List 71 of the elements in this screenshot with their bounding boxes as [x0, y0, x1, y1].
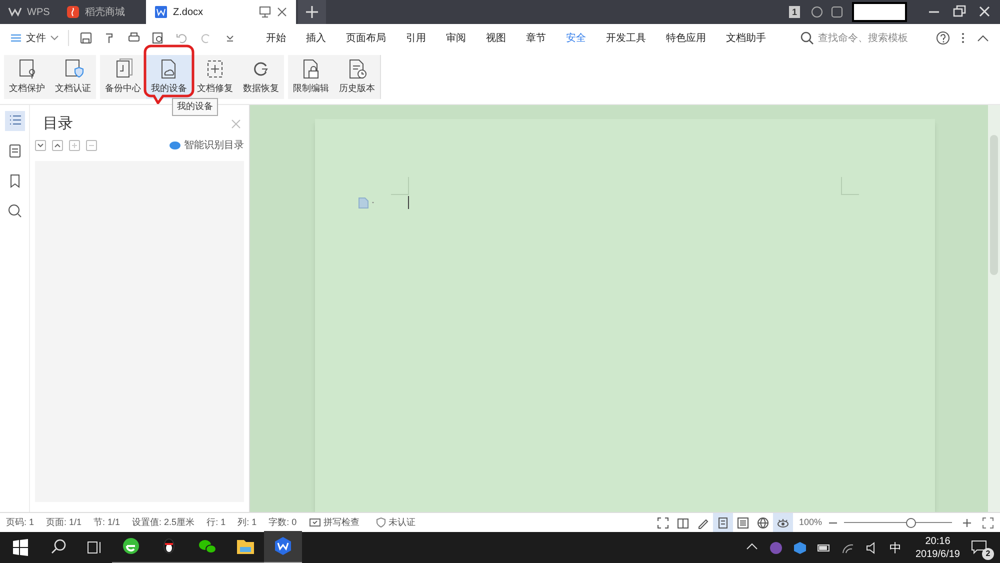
tooltip: 我的设备 — [172, 98, 218, 116]
status-text: 页码: 1 — [5, 516, 36, 529]
ribbon-button[interactable]: 数据恢复 — [238, 55, 284, 99]
fit-icon[interactable] — [982, 516, 994, 528]
collapse-icon[interactable] — [52, 140, 63, 150]
menu-tab[interactable]: 安全 — [558, 30, 594, 46]
status-text: 列: 1 — [236, 516, 258, 529]
monitor-icon[interactable] — [259, 6, 271, 18]
help-icon[interactable] — [936, 31, 950, 45]
ribbon-button[interactable]: 文档保护 — [4, 55, 50, 99]
orb-icon[interactable] — [768, 540, 784, 556]
check-screen-icon — [308, 518, 321, 528]
ribbon-button[interactable]: 文档认证 — [50, 55, 96, 99]
paste-icon — [358, 197, 376, 209]
zoom-slider-track[interactable] — [844, 516, 952, 528]
panel-title: 目录 — [43, 114, 73, 134]
outline-icon[interactable] — [4, 111, 24, 131]
input-method-indicator[interactable]: 中 — [890, 538, 902, 556]
certification-button[interactable]: 未认证 — [366, 516, 426, 530]
zoom-slider-thumb[interactable] — [906, 518, 916, 528]
status-text: 行: 1 — [206, 516, 227, 529]
search-field[interactable]: 查找命令、搜索模板 — [800, 30, 922, 46]
eye-icon[interactable] — [772, 512, 793, 532]
status-text: 节: 1/1 — [92, 516, 122, 529]
ribbon-button[interactable]: 备份中心 — [100, 55, 146, 99]
menu-tab[interactable]: 特色应用 — [658, 30, 714, 46]
document-icon — [154, 5, 168, 19]
ribbon-button[interactable]: 文档修复 — [192, 55, 238, 99]
caret-icon — [50, 35, 59, 41]
menu-tab[interactable]: 开发工具 — [598, 30, 654, 46]
zoom-in-icon[interactable] — [962, 518, 972, 528]
corner-mark — [391, 177, 409, 195]
status-text: 字数: 0 — [268, 516, 298, 529]
spell-check-button[interactable]: 拼写检查 — [302, 516, 366, 530]
ribbon-button[interactable]: 限制编辑 — [288, 55, 334, 99]
status-text: 设置值: 2.5厘米 — [131, 516, 196, 529]
page-icon[interactable] — [712, 512, 733, 532]
menu-tab[interactable]: 插入 — [298, 30, 334, 46]
search-icon — [800, 31, 814, 45]
menu-tab[interactable]: 审阅 — [438, 30, 474, 46]
corner-mark — [841, 177, 859, 195]
print-preview-icon[interactable] — [151, 31, 165, 45]
page-count-badge: 1 — [788, 6, 800, 18]
menu-tab[interactable]: 章节 — [518, 30, 554, 46]
plus-icon[interactable] — [298, 0, 326, 24]
file-menu-button[interactable]: 文件 — [8, 30, 61, 46]
save-icon[interactable] — [79, 31, 93, 45]
flame-icon — [66, 5, 80, 19]
status-text: 页面: 1/1 — [45, 516, 83, 529]
menu-tab[interactable]: 页面布局 — [338, 30, 394, 46]
wps-app-icon[interactable] — [264, 531, 302, 563]
clock-date: 2019/6/19 — [916, 548, 960, 560]
logo-icon — [8, 5, 22, 19]
menu-tab[interactable]: 视图 — [478, 30, 514, 46]
notification-count: 2 — [982, 548, 994, 560]
menu-tab[interactable]: 文档助手 — [718, 30, 774, 46]
shield-icon — [376, 517, 386, 528]
menu-tab[interactable]: 开始 — [258, 30, 294, 46]
smart-toc-button[interactable]: 智能识别目录 — [169, 138, 244, 152]
tab[interactable]: Z.docx — [146, 0, 296, 24]
menu-tab[interactable]: 引用 — [398, 30, 434, 46]
zoom-level[interactable]: 100% — [792, 516, 828, 530]
notification-icon[interactable] — [970, 538, 988, 554]
text-cursor — [408, 196, 409, 209]
clock-time: 20:16 — [925, 534, 950, 548]
close-icon[interactable] — [276, 6, 288, 18]
expand-icon[interactable] — [35, 140, 46, 150]
menu-icon — [10, 33, 22, 43]
ribbon-button[interactable]: 我的设备 — [146, 55, 192, 99]
account-box — [852, 2, 907, 22]
ribbon-button[interactable]: 历史版本 — [334, 55, 380, 99]
